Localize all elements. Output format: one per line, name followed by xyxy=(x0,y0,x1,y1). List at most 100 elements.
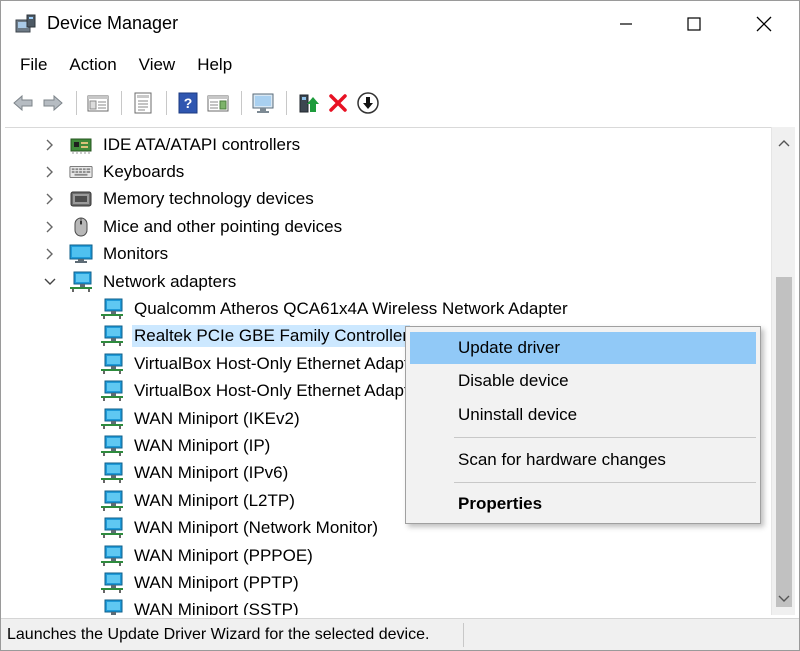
chevron-down-icon[interactable] xyxy=(43,275,57,289)
context-scan-hardware[interactable]: Scan for hardware changes xyxy=(410,444,756,476)
scroll-down-button[interactable] xyxy=(772,587,796,611)
back-icon xyxy=(13,94,33,112)
tree-item-label: Keyboards xyxy=(103,161,185,181)
menu-view[interactable]: View xyxy=(128,51,187,79)
tree-item-label: Memory technology devices xyxy=(103,189,314,209)
device-manager-app-icon xyxy=(15,14,37,34)
ide-controller-icon xyxy=(69,134,93,156)
tree-item-label: WAN Miniport (PPTP) xyxy=(134,572,299,592)
network-adapter-icon xyxy=(100,545,124,567)
tree-device-item[interactable]: VirtualBox Host-Only Ethernet Adapter xyxy=(100,350,426,377)
keyboard-icon xyxy=(69,161,93,183)
tree-device-item[interactable]: WAN Miniport (IKEv2) xyxy=(100,405,302,432)
tree-device-item[interactable]: WAN Miniport (IPv6) xyxy=(100,460,290,487)
tree-item-label: WAN Miniport (IPv6) xyxy=(134,463,289,483)
tree-device-item[interactable]: WAN Miniport (L2TP) xyxy=(100,487,297,514)
toolbar-separator xyxy=(286,91,287,115)
context-menu: Update driver Disable device Uninstall d… xyxy=(405,326,761,524)
chevron-right-icon[interactable] xyxy=(43,247,57,261)
back-button[interactable] xyxy=(9,89,37,117)
tree-category-item[interactable]: Mice and other pointing devices xyxy=(43,213,344,240)
context-uninstall-device[interactable]: Uninstall device xyxy=(410,399,756,431)
forward-button[interactable] xyxy=(39,89,67,117)
toolbar-separator xyxy=(121,91,122,115)
tree-category-item[interactable]: Keyboards xyxy=(43,158,186,185)
tree-category-item[interactable]: Monitors xyxy=(43,241,170,268)
properties-icon xyxy=(134,92,152,114)
disable-device-button[interactable] xyxy=(354,89,382,117)
scroll-up-button[interactable] xyxy=(772,131,796,155)
svg-text:?: ? xyxy=(184,95,193,111)
tree-device-item[interactable]: VirtualBox Host-Only Ethernet Adapter xyxy=(100,378,426,405)
status-divider xyxy=(463,623,464,647)
tree-item-label: VirtualBox Host-Only Ethernet Adapter xyxy=(134,353,424,373)
monitor-icon xyxy=(69,243,93,265)
tree-device-item[interactable]: Qualcomm Atheros QCA61x4A Wireless Netwo… xyxy=(100,295,570,322)
menu-file[interactable]: File xyxy=(9,51,58,79)
status-bar: Launches the Update Driver Wizard for th… xyxy=(1,618,799,650)
help-button[interactable]: ? xyxy=(174,89,202,117)
update-driver-icon xyxy=(299,94,319,113)
close-button[interactable] xyxy=(735,1,793,47)
update-driver-button[interactable] xyxy=(294,89,322,117)
toolbar-separator xyxy=(76,91,77,115)
toolbar: ? xyxy=(1,85,799,121)
memory-icon xyxy=(69,188,93,210)
show-hide-tree-icon xyxy=(87,95,109,112)
context-properties[interactable]: Properties xyxy=(410,488,756,520)
tree-item-label: Qualcomm Atheros QCA61x4A Wireless Netwo… xyxy=(134,298,568,318)
network-adapter-icon xyxy=(100,325,124,347)
tree-category-item[interactable]: Network adapters xyxy=(43,268,238,295)
chevron-up-icon xyxy=(778,140,790,147)
title-bar: Device Manager xyxy=(1,1,799,47)
maximize-button[interactable] xyxy=(665,1,723,47)
network-adapter-icon xyxy=(100,490,124,512)
vertical-scrollbar[interactable] xyxy=(771,127,795,615)
action-pane-icon xyxy=(207,95,229,112)
tree-device-item[interactable]: WAN Miniport (PPPOE) xyxy=(100,542,315,569)
tree-device-item[interactable]: WAN Miniport (SSTP) xyxy=(100,597,301,615)
tree-item-label: WAN Miniport (SSTP) xyxy=(134,600,299,615)
disable-icon xyxy=(357,92,379,114)
chevron-right-icon[interactable] xyxy=(43,192,57,206)
network-adapter-icon xyxy=(100,517,124,539)
context-disable-device[interactable]: Disable device xyxy=(410,365,756,397)
tree-device-item[interactable]: Realtek PCIe GBE Family Controller xyxy=(100,323,410,350)
properties-button[interactable] xyxy=(129,89,157,117)
toolbar-separator xyxy=(241,91,242,115)
uninstall-device-button[interactable] xyxy=(324,89,352,117)
network-adapter-icon xyxy=(100,572,124,594)
network-adapter-icon xyxy=(100,408,124,430)
menu-action[interactable]: Action xyxy=(58,51,127,79)
context-separator xyxy=(454,482,756,483)
chevron-right-icon[interactable] xyxy=(43,220,57,234)
tree-item-label: WAN Miniport (Network Monitor) xyxy=(134,518,379,538)
tree-device-item[interactable]: WAN Miniport (PPTP) xyxy=(100,569,301,596)
menu-bar: File Action View Help xyxy=(1,49,799,81)
tree-item-label: Monitors xyxy=(103,244,169,264)
network-adapter-icon xyxy=(100,462,124,484)
minimize-button[interactable] xyxy=(597,1,655,47)
context-update-driver[interactable]: Update driver xyxy=(410,332,756,364)
tree-category-item[interactable]: Memory technology devices xyxy=(43,186,316,213)
tree-device-item[interactable]: WAN Miniport (Network Monitor) xyxy=(100,515,380,542)
minimize-icon xyxy=(620,23,632,25)
tree-item-label: WAN Miniport (IP) xyxy=(134,435,271,455)
chevron-right-icon[interactable] xyxy=(43,165,57,179)
tree-category-item[interactable]: IDE ATA/ATAPI controllers xyxy=(43,131,302,158)
tree-item-label: Realtek PCIe GBE Family Controller xyxy=(132,325,410,348)
action-pane-button[interactable] xyxy=(204,89,232,117)
scroll-thumb[interactable] xyxy=(776,277,792,607)
tree-item-label: WAN Miniport (L2TP) xyxy=(134,490,295,510)
network-adapter-icon xyxy=(100,599,124,615)
show-hide-tree-button[interactable] xyxy=(84,89,112,117)
chevron-right-icon[interactable] xyxy=(43,138,57,152)
scan-hardware-button[interactable] xyxy=(249,89,277,117)
tree-item-label: WAN Miniport (IKEv2) xyxy=(134,408,300,428)
window-title: Device Manager xyxy=(47,13,179,33)
status-text: Launches the Update Driver Wizard for th… xyxy=(7,626,430,643)
network-adapter-icon xyxy=(100,380,124,402)
forward-icon xyxy=(43,94,63,112)
menu-help[interactable]: Help xyxy=(186,51,243,79)
tree-device-item[interactable]: WAN Miniport (IP) xyxy=(100,432,272,459)
